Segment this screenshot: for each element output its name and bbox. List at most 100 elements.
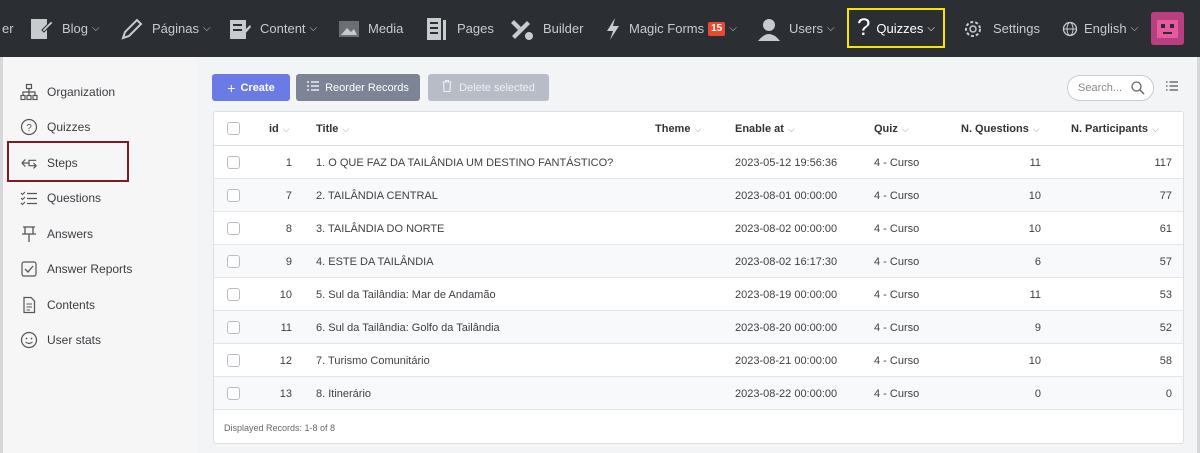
table-header: id ⌵ Title ⌵ Theme ⌵ Enable at ⌵ Quiz ⌵ N. Qu… <box>214 112 1183 146</box>
table-row[interactable]: 12 7. Turismo Comunitário 2023-08-21 00:… <box>214 344 1183 377</box>
cell-n-participants: 52 <box>1159 321 1172 334</box>
sidebar-item-answers[interactable]: Answers <box>20 223 93 245</box>
nav-item-english[interactable]: English ⌵ <box>1062 0 1138 57</box>
sidebar-item-answer-reports[interactable]: Answer Reports <box>20 258 132 280</box>
cell-id: 8 <box>285 222 292 235</box>
row-checkbox[interactable] <box>227 156 240 169</box>
column-header-n-questions[interactable]: N. Questions ⌵ <box>961 112 1040 146</box>
cell-n-participants: 0 <box>1165 387 1172 400</box>
cell-n-participants: 61 <box>1159 222 1172 235</box>
sidebar-item-questions[interactable]: Questions <box>20 187 101 209</box>
cell-n-participants: 77 <box>1159 189 1172 202</box>
sidebar-item-label: Answers <box>47 227 94 241</box>
row-checkbox[interactable] <box>227 189 240 202</box>
displayed-records-label: Displayed Records: 1-8 of 8 <box>224 422 336 433</box>
sidebar-item-user-stats[interactable]: User stats <box>20 329 101 351</box>
row-checkbox[interactable] <box>227 222 240 235</box>
nav-item-content[interactable]: Content ⌵ <box>228 0 317 57</box>
create-button[interactable]: + Create <box>212 74 290 101</box>
nav-item-fragment[interactable]: er <box>2 0 14 57</box>
search-icon[interactable] <box>1131 81 1145 98</box>
sidebar-item-quizzes[interactable]: ? Quizzes <box>20 116 90 138</box>
document-icon <box>20 296 38 314</box>
avatar[interactable] <box>1151 12 1184 45</box>
search-input[interactable]: Search... <box>1067 75 1154 101</box>
nav-fragment-label: er <box>2 21 14 36</box>
cell-id: 1 <box>285 156 292 169</box>
column-header-theme[interactable]: Theme ⌵ <box>655 112 701 146</box>
cell-enable-at: 2023-08-22 00:00:00 <box>735 387 838 400</box>
column-header-n-participants[interactable]: N. Participants ⌵ <box>1071 112 1159 146</box>
table-row[interactable]: 7 2. TAILÂNDIA CENTRAL 2023-08-01 00:00:… <box>214 179 1183 212</box>
table-row[interactable]: 1 1. O QUE FAZ DA TAILÂNDIA UM DESTINO F… <box>214 146 1183 179</box>
globe-icon <box>1062 21 1078 37</box>
sidebar-item-contents[interactable]: Contents <box>20 294 95 316</box>
row-checkbox[interactable] <box>227 288 240 301</box>
row-checkbox[interactable] <box>227 321 240 334</box>
row-checkbox[interactable] <box>227 354 240 367</box>
header-label: N. Questions <box>961 123 1029 135</box>
steps-highlight-box <box>7 141 129 182</box>
table-row[interactable]: 11 6. Sul da Tailândia: Golfo da Tailând… <box>214 311 1183 344</box>
nav-item-users[interactable]: Users ⌵ <box>757 0 835 57</box>
header-label: Title <box>316 123 339 135</box>
check-square-icon <box>20 260 38 278</box>
nav-item-paginas[interactable]: Páginas ⌵ <box>120 0 211 57</box>
row-checkbox[interactable] <box>227 255 240 268</box>
reorder-records-button[interactable]: Reorder Records <box>296 74 420 101</box>
nav-label-users: Users <box>789 21 823 36</box>
org-chart-icon <box>20 83 38 101</box>
nav-item-media[interactable]: Media <box>338 0 403 57</box>
row-checkbox[interactable] <box>227 387 240 400</box>
cell-n-participants: 58 <box>1159 354 1172 367</box>
header-label: Enable at <box>735 123 784 135</box>
sidebar-item-label: Contents <box>47 298 96 312</box>
sidebar-item-label: Organization <box>47 85 116 99</box>
chevron-down-icon: ⌵ <box>927 22 935 34</box>
chevron-down-icon: ⌵ <box>92 23 100 34</box>
list-icon <box>307 81 320 94</box>
cell-quiz: 4 - Curso <box>874 255 920 268</box>
table-row[interactable]: 13 8. Itinerário 2023-08-22 00:00:00 4 -… <box>214 377 1183 410</box>
sidebar-item-label: Questions <box>47 191 102 205</box>
nav-label-media: Media <box>368 21 404 36</box>
cell-quiz: 4 - Curso <box>874 387 920 400</box>
column-list-icon[interactable] <box>1166 80 1178 95</box>
nav-item-blog[interactable]: Blog ⌵ <box>28 0 100 57</box>
table-row[interactable]: 9 4. ESTE DA TAILÂNDIA 2023-08-02 16:17:… <box>214 245 1183 278</box>
smiley-icon <box>20 331 38 349</box>
delete-selected-button[interactable]: Delete selected <box>428 74 549 101</box>
reorder-button-label: Reorder Records <box>325 81 409 94</box>
nav-label-content: Content <box>260 21 306 36</box>
top-navbar: er Blog ⌵ Páginas ⌵ Content ⌵ Media Page… <box>0 0 1200 57</box>
cell-quiz: 4 - Curso <box>874 222 920 235</box>
question-icon: ? <box>857 14 871 41</box>
table-row[interactable]: 10 5. Sul da Tailândia: Mar de Andamão 2… <box>214 278 1183 311</box>
select-all-checkbox[interactable] <box>227 122 240 135</box>
column-header-enable-at[interactable]: Enable at ⌵ <box>735 112 795 146</box>
cell-title: 8. Itinerário <box>316 387 372 400</box>
column-header-id[interactable]: id ⌵ <box>269 112 290 146</box>
chevron-down-icon: ⌵ <box>342 123 350 134</box>
nav-item-pages[interactable]: Pages <box>425 0 494 57</box>
cell-title: 4. ESTE DA TAILÂNDIA <box>316 255 434 268</box>
nav-item-quizzes[interactable]: ? Quizzes ⌵ <box>847 8 945 48</box>
header-label: Quiz <box>874 123 898 135</box>
column-header-quiz[interactable]: Quiz ⌵ <box>874 112 909 146</box>
cell-quiz: 4 - Curso <box>874 189 920 202</box>
nav-item-builder[interactable]: Builder <box>509 0 583 57</box>
nav-item-magic-forms[interactable]: Magic Forms 15 ⌵ <box>605 0 737 57</box>
cell-enable-at: 2023-08-20 00:00:00 <box>735 321 838 334</box>
sidebar-item-label: Quizzes <box>47 120 91 134</box>
sidebar-item-organization[interactable]: Organization <box>20 81 115 103</box>
pages-icon <box>425 16 449 42</box>
chevron-down-icon: ⌵ <box>901 123 909 134</box>
nav-label-english: English <box>1084 21 1127 36</box>
column-header-title[interactable]: Title ⌵ <box>316 112 349 146</box>
cell-n-questions: 9 <box>1034 321 1041 334</box>
cell-n-participants: 57 <box>1159 255 1172 268</box>
pencil-icon <box>120 17 144 41</box>
nav-label-blog: Blog <box>62 21 89 36</box>
nav-item-settings[interactable]: Settings <box>961 0 1040 57</box>
table-row[interactable]: 8 3. TAILÂNDIA DO NORTE 2023-08-02 00:00… <box>214 212 1183 245</box>
